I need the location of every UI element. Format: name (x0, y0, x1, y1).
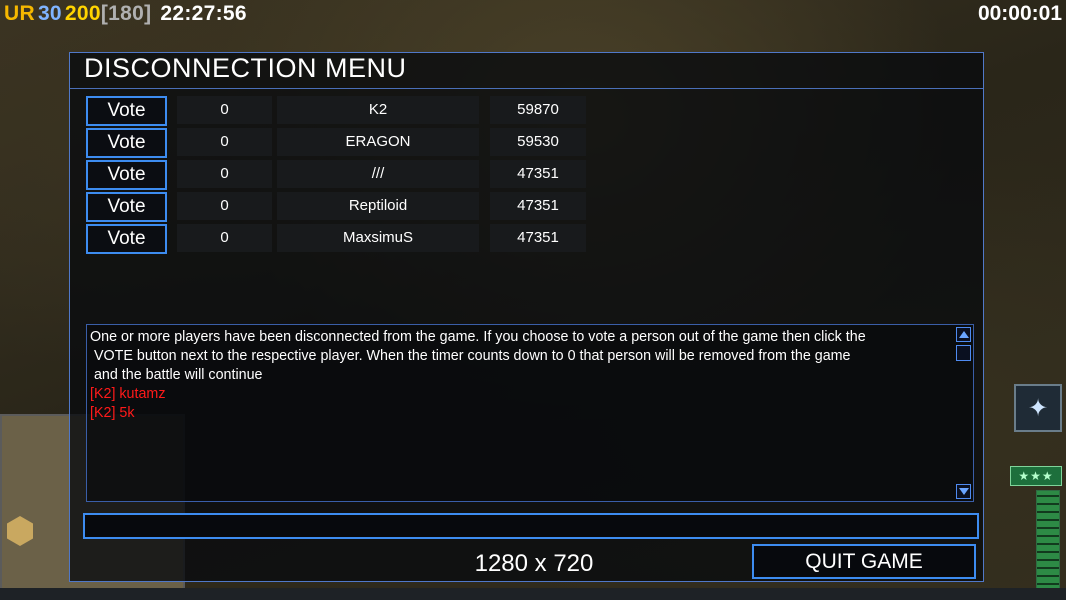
message-log[interactable]: One or more players have been disconnect… (86, 324, 974, 502)
message-line: One or more players have been disconnect… (90, 329, 866, 345)
vote-count: 0 (177, 96, 272, 124)
player-name: MaxsimuS (277, 224, 479, 252)
scrollbar-thumb[interactable] (956, 345, 971, 361)
vote-button[interactable]: Vote (86, 192, 167, 222)
command-bar (0, 588, 1066, 600)
player-name: /// (277, 160, 479, 188)
hud-value-3: [180] (100, 2, 152, 25)
chat-line: [K2] kutamz (90, 386, 166, 402)
title-divider (70, 88, 983, 89)
hud-clock: 22:27:56 (160, 2, 247, 25)
player-ping: 47351 (490, 224, 586, 252)
message-line: VOTE button next to the respective playe… (90, 348, 851, 364)
hud-value-1: 30 (37, 2, 62, 25)
disconnection-dialog: DISCONNECTION MENU Vote 0 K2 59870 Vote … (69, 52, 984, 582)
scroll-up-icon[interactable] (956, 327, 971, 342)
vote-count: 0 (177, 128, 272, 156)
player-name: K2 (277, 96, 479, 124)
player-ping: 59530 (490, 128, 586, 156)
player-name: Reptiloid (277, 192, 479, 220)
message-line: and the battle will continue (90, 367, 263, 383)
chat-input[interactable] (83, 513, 979, 539)
vote-button[interactable]: Vote (86, 160, 167, 190)
player-name: ERAGON (277, 128, 479, 156)
player-ping: 59870 (490, 96, 586, 124)
scroll-down-icon[interactable] (956, 484, 971, 499)
vote-count: 0 (177, 224, 272, 252)
message-text: One or more players have been disconnect… (90, 328, 950, 423)
player-ping: 47351 (490, 160, 586, 188)
power-meter (1036, 490, 1060, 600)
rank-icon (7, 516, 33, 546)
dialog-title: DISCONNECTION MENU (84, 53, 407, 83)
resource-readout: UR 30 200[180] 22:27:56 (4, 2, 250, 26)
vote-button[interactable]: Vote (86, 128, 167, 158)
vote-button[interactable]: Vote (86, 224, 167, 254)
satellite-icon[interactable]: ✦ (1014, 384, 1062, 432)
quit-game-button[interactable]: QUIT GAME (752, 544, 976, 579)
vote-count: 0 (177, 192, 272, 220)
chat-line: [K2] 5k (90, 405, 135, 421)
vote-count: 0 (177, 160, 272, 188)
rank-stars-badge: ★★★ (1010, 466, 1062, 486)
player-ping: 47351 (490, 192, 586, 220)
vote-button[interactable]: Vote (86, 96, 167, 126)
faction-label: UR (4, 2, 35, 25)
hud-value-2: 200 (64, 2, 101, 25)
game-timer: 00:00:01 (977, 2, 1062, 25)
